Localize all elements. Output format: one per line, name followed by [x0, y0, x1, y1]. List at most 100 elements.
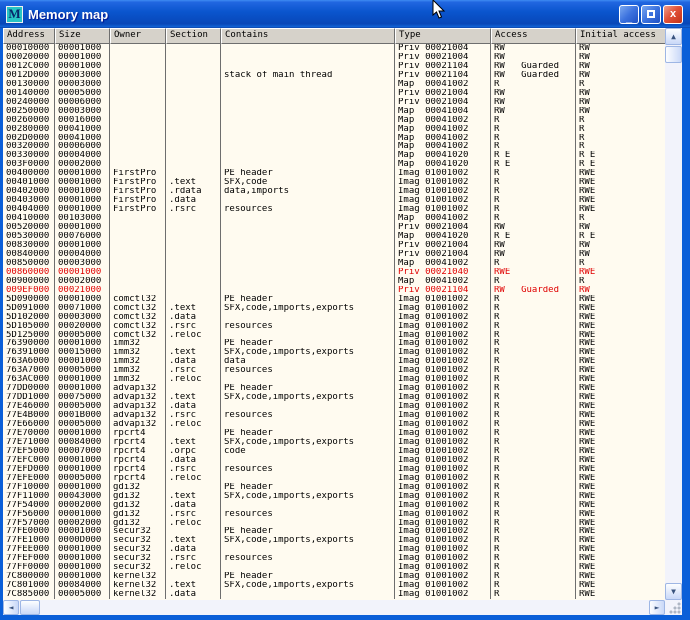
cell-size: 00001000: [55, 357, 110, 366]
table-row[interactable]: 77EFC000 00001000 rpcrt4 .data Imag 0100…: [3, 456, 665, 465]
column-header-owner[interactable]: Owner: [110, 28, 166, 44]
cell-section: [166, 98, 221, 107]
table-row[interactable]: 77FE1000 0000D000 secur32 .text SFX,code…: [3, 536, 665, 545]
horizontal-scrollbar[interactable]: ◄ ►: [3, 600, 665, 615]
cell-section: [166, 116, 221, 125]
column-header-size[interactable]: Size: [55, 28, 110, 44]
cell-address: 00401000: [3, 178, 55, 187]
table-row[interactable]: 00130000 00003000 Map 00041002 R R: [3, 80, 665, 89]
table-row[interactable]: 00830000 00001000 Priv 00021004 RW RW: [3, 241, 665, 250]
table-row[interactable]: 00140000 00005000 Priv 00021004 RW RW: [3, 89, 665, 98]
table-row[interactable]: 77DD1000 00075000 advapi32 .text SFX,cod…: [3, 393, 665, 402]
table-row[interactable]: 00010000 00001000 Priv 00021004 RW RW: [3, 44, 665, 53]
column-header-type[interactable]: Type: [395, 28, 491, 44]
cell-initial-access: R: [576, 142, 665, 151]
table-row[interactable]: 003F0000 00002000 Map 00041020 R E R E: [3, 160, 665, 169]
table-row[interactable]: 00404000 00001000 FirstPro .rsrc resourc…: [3, 205, 665, 214]
table-row[interactable]: 77EFE000 00005000 rpcrt4 .reloc Imag 010…: [3, 474, 665, 483]
table-row[interactable]: 76391000 00015000 imm32 .text SFX,code,i…: [3, 348, 665, 357]
close-icon[interactable]: x: [663, 5, 683, 24]
resize-grip[interactable]: [669, 602, 681, 614]
table-row[interactable]: 00402000 00001000 FirstPro .rdata data,i…: [3, 187, 665, 196]
table-row[interactable]: 77EFD000 00001000 rpcrt4 .rsrc resources…: [3, 465, 665, 474]
column-header-section[interactable]: Section: [166, 28, 221, 44]
table-row[interactable]: 00280000 00041000 Map 00041002 R R: [3, 125, 665, 134]
table-row[interactable]: 7C801000 00084000 kernel32 .text SFX,cod…: [3, 581, 665, 590]
table-row[interactable]: 00240000 00006000 Priv 00021004 RW RW: [3, 98, 665, 107]
table-row[interactable]: 00840000 00004000 Priv 00021004 RW RW: [3, 250, 665, 259]
table-row[interactable]: 7C885000 00005000 kernel32 .data Imag 01…: [3, 590, 665, 599]
table-row[interactable]: 00260000 00016000 Map 00041002 R R: [3, 116, 665, 125]
column-header-initial-access[interactable]: Initial access: [576, 28, 665, 44]
table-row[interactable]: 00850000 00003000 Map 00041002 R R: [3, 259, 665, 268]
table-row[interactable]: 5D125000 00005000 comctl32 .reloc Imag 0…: [3, 331, 665, 340]
cell-address: 77F56000: [3, 510, 55, 519]
table-row[interactable]: 77F11000 00043000 gdi32 .text SFX,code,i…: [3, 492, 665, 501]
horizontal-scroll-thumb[interactable]: [20, 600, 40, 615]
table-row[interactable]: 77FEE000 00001000 secur32 .data Imag 010…: [3, 545, 665, 554]
scroll-up-icon[interactable]: ▲: [665, 28, 682, 45]
table-row[interactable]: 00530000 00076000 Map 00041020 R E R E: [3, 232, 665, 241]
table-row[interactable]: 77DD0000 00001000 advapi32 PE header Ima…: [3, 384, 665, 393]
scroll-left-icon[interactable]: ◄: [3, 600, 19, 615]
table-row[interactable]: 763A6000 00001000 imm32 .data data Imag …: [3, 357, 665, 366]
table-row[interactable]: 00320000 00006000 Map 00041002 R R: [3, 142, 665, 151]
cell-contains: [221, 501, 395, 510]
table-row[interactable]: 00410000 00103000 Map 00041002 R R: [3, 214, 665, 223]
table-row[interactable]: 763AC000 00001000 imm32 .reloc Imag 0100…: [3, 375, 665, 384]
table-row[interactable]: 77E71000 00084000 rpcrt4 .text SFX,code,…: [3, 438, 665, 447]
table-row[interactable]: 77F10000 00001000 gdi32 PE header Imag 0…: [3, 483, 665, 492]
table-row[interactable]: 77FEF000 00001000 secur32 .rsrc resource…: [3, 554, 665, 563]
table-row[interactable]: 00401000 00001000 FirstPro .text SFX,cod…: [3, 178, 665, 187]
table-row[interactable]: 5D091000 00071000 comctl32 .text SFX,cod…: [3, 304, 665, 313]
table-row[interactable]: 00330000 00004000 Map 00041020 R E R E: [3, 151, 665, 160]
table-row[interactable]: 7C800000 00001000 kernel32 PE header Ima…: [3, 572, 665, 581]
table-row[interactable]: 763A7000 00005000 imm32 .rsrc resources …: [3, 366, 665, 375]
cell-owner: comctl32: [110, 331, 166, 340]
vertical-scroll-thumb[interactable]: [665, 46, 682, 63]
cell-access: R: [491, 581, 576, 590]
table-row[interactable]: 77E70000 00001000 rpcrt4 PE header Imag …: [3, 429, 665, 438]
cell-contains: [221, 474, 395, 483]
maximize-icon[interactable]: [641, 5, 661, 24]
scroll-down-icon[interactable]: ▼: [665, 583, 682, 600]
titlebar[interactable]: M Memory map _ x: [0, 0, 690, 28]
table-row[interactable]: 5D105000 00020000 comctl32 .rsrc resourc…: [3, 322, 665, 331]
table-row[interactable]: 5D102000 00003000 comctl32 .data Imag 01…: [3, 313, 665, 322]
table-row[interactable]: 77E66000 00005000 advapi32 .reloc Imag 0…: [3, 420, 665, 429]
column-header-access[interactable]: Access: [491, 28, 576, 44]
cell-contains: data,imports: [221, 187, 395, 196]
scroll-right-icon[interactable]: ►: [649, 600, 665, 615]
cell-access: R: [491, 429, 576, 438]
cell-type: Imag 01001002: [395, 492, 491, 501]
table-row[interactable]: 77F54000 00002000 gdi32 .data Imag 01001…: [3, 501, 665, 510]
vertical-scrollbar[interactable]: ▲ ▼: [665, 28, 682, 600]
table-row[interactable]: 00400000 00001000 FirstPro PE header Ima…: [3, 169, 665, 178]
table-row[interactable]: 00520000 00001000 Priv 00021004 RW RW: [3, 223, 665, 232]
table-row[interactable]: 77E4B000 0001B000 advapi32 .rsrc resourc…: [3, 411, 665, 420]
table-row[interactable]: 77F57000 00002000 gdi32 .reloc Imag 0100…: [3, 519, 665, 528]
table-row[interactable]: 77F56000 00001000 gdi32 .rsrc resources …: [3, 510, 665, 519]
cell-size: 0000D000: [55, 536, 110, 545]
table-row[interactable]: 009EF000 00021000 Priv 00021104 RW Guard…: [3, 286, 665, 295]
table-row[interactable]: 5D090000 00001000 comctl32 PE header Ima…: [3, 295, 665, 304]
column-header-address[interactable]: Address: [3, 28, 55, 44]
table-row[interactable]: 77EF5000 00007000 rpcrt4 .orpc code Imag…: [3, 447, 665, 456]
table-row[interactable]: 77E46000 00005000 advapi32 .data Imag 01…: [3, 402, 665, 411]
table-row[interactable]: 0012C000 00001000 Priv 00021104 RW Guard…: [3, 62, 665, 71]
table-row[interactable]: 002D0000 00041000 Map 00041002 R R: [3, 134, 665, 143]
table-row[interactable]: 0012D000 00003000 stack of main thread P…: [3, 71, 665, 80]
table-row[interactable]: 00020000 00001000 Priv 00021004 RW RW: [3, 53, 665, 62]
cell-size: 00001000: [55, 429, 110, 438]
column-header-contains[interactable]: Contains: [221, 28, 395, 44]
table-row[interactable]: 77FF0000 00001000 secur32 .reloc Imag 01…: [3, 563, 665, 572]
table-row[interactable]: 00900000 00002000 Map 00041002 R R: [3, 277, 665, 286]
table-row[interactable]: 00860000 00001000 Priv 00021040 RWE RWE: [3, 268, 665, 277]
minimize-icon[interactable]: _: [619, 5, 639, 24]
cell-type: Imag 01001002: [395, 196, 491, 205]
table-row[interactable]: 76390000 00001000 imm32 PE header Imag 0…: [3, 339, 665, 348]
table-row[interactable]: 77FE0000 00001000 secur32 PE header Imag…: [3, 527, 665, 536]
table-row[interactable]: 00250000 00003000 Map 00041004 RW RW: [3, 107, 665, 116]
table-row[interactable]: 00403000 00001000 FirstPro .data Imag 01…: [3, 196, 665, 205]
cell-section: .data: [166, 357, 221, 366]
